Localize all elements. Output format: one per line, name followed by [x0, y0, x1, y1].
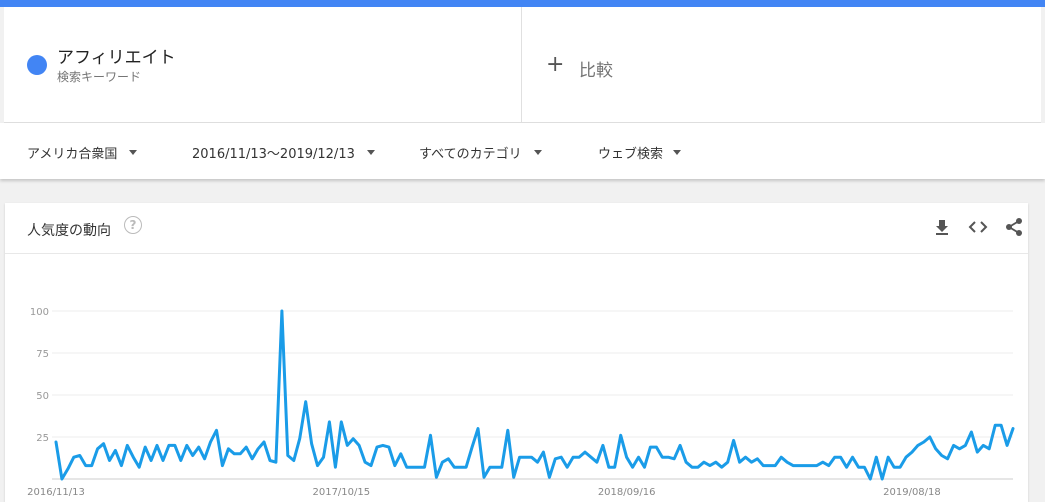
- card-header: 人気度の動向 ?: [5, 203, 1028, 254]
- x-tick-label: 2016/11/13: [27, 487, 85, 498]
- region-dropdown[interactable]: アメリカ合衆国: [27, 143, 138, 162]
- compare-label: 比較: [579, 61, 613, 81]
- chevron-down-icon: [366, 150, 375, 155]
- region-label: アメリカ合衆国: [27, 147, 118, 162]
- search-term-card[interactable]: アフィリエイト 検索キーワード: [4, 7, 522, 122]
- chevron-down-icon: [673, 150, 682, 155]
- x-tick-label: 2018/09/16: [598, 487, 656, 498]
- top-accent-bar: [0, 0, 1045, 7]
- card-title: 人気度の動向: [27, 223, 111, 239]
- help-icon[interactable]: ?: [124, 216, 142, 234]
- search-type-label: ウェブ検索: [598, 147, 664, 162]
- date-range-label: 2016/11/13～2019/12/13: [192, 147, 355, 162]
- y-tick-label: 75: [36, 349, 49, 360]
- y-tick-label: 50: [36, 391, 49, 402]
- category-label: すべてのカテゴリ: [419, 147, 522, 162]
- share-icon[interactable]: [1004, 217, 1024, 237]
- compare-button[interactable]: + 比較: [522, 7, 1041, 122]
- y-tick-label: 25: [36, 433, 49, 444]
- term-type: 検索キーワード: [57, 70, 142, 84]
- category-dropdown[interactable]: すべてのカテゴリ: [419, 143, 542, 162]
- date-range-dropdown[interactable]: 2016/11/13～2019/12/13: [192, 143, 375, 162]
- term-name[interactable]: アフィリエイト: [57, 43, 176, 68]
- plus-icon: +: [546, 52, 565, 77]
- term-color-dot: [27, 55, 47, 75]
- interest-line-chart: 25 50 75 100 2016/11/13 2017/10/15 2018/09/16 2…: [27, 307, 1015, 498]
- download-icon[interactable]: [932, 217, 952, 237]
- chevron-down-icon: [129, 150, 138, 155]
- embed-icon[interactable]: [968, 217, 988, 237]
- x-tick-label: 2019/08/18: [883, 487, 941, 498]
- search-term-panel: アフィリエイト 検索キーワード + 比較: [4, 7, 1041, 123]
- filter-bar: アメリカ合衆国 2016/11/13～2019/12/13 すべてのカテゴリ ウ…: [0, 123, 1045, 179]
- chevron-down-icon: [533, 150, 542, 155]
- y-tick-label: 100: [30, 307, 49, 318]
- interest-over-time-card: 人気度の動向 ? 25 50 75 100 2016/11/13 2017/10/15 20…: [5, 203, 1028, 502]
- search-type-dropdown[interactable]: ウェブ検索: [598, 143, 682, 162]
- x-tick-label: 2017/10/15: [312, 487, 370, 498]
